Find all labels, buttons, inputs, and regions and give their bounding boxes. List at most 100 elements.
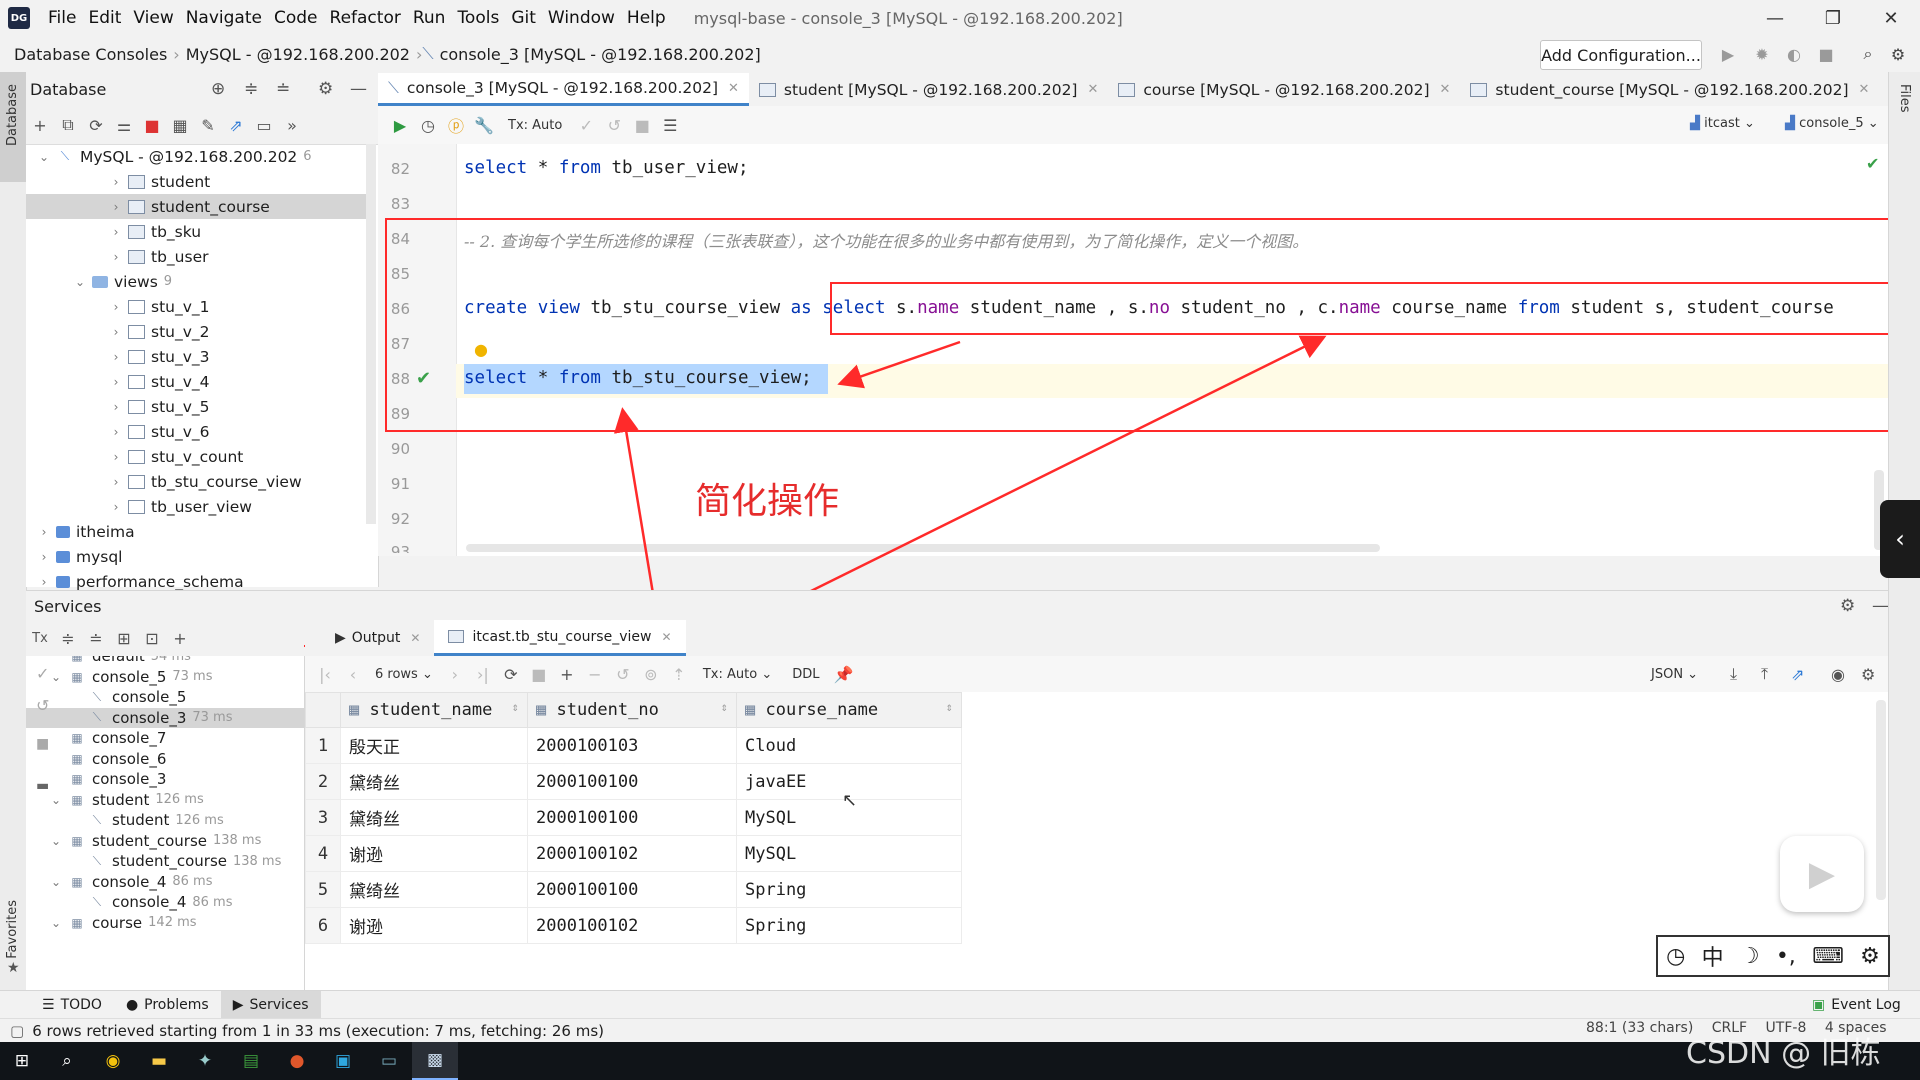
windows-start-icon[interactable]: ⊞ — [0, 1042, 44, 1080]
service-item[interactable]: ⟍ console_4 86 ms — [26, 892, 304, 912]
chevron-down-icon[interactable]: ⌄ — [48, 670, 64, 684]
table-cell[interactable]: Spring — [736, 907, 962, 944]
layout-icon[interactable]: ▬ — [36, 778, 49, 794]
service-item[interactable]: ⟍ console_5 — [26, 687, 304, 707]
service-item[interactable]: ▦ console_7 — [26, 728, 304, 748]
close-icon[interactable]: ✕ — [661, 630, 671, 644]
rows-count-select[interactable]: 6 rows ⌄ — [375, 667, 433, 682]
tab-services[interactable]: ▶ Services — [220, 991, 321, 1019]
table-cell[interactable]: 黛绮丝 — [340, 871, 528, 908]
column-header[interactable]: ▦ student_name ⇕ — [340, 692, 528, 728]
stop-icon[interactable]: ■ — [36, 736, 49, 752]
tab-result[interactable]: itcast.tb_stu_course_view ✕ — [434, 620, 686, 656]
tab-todo[interactable]: ☰ TODO — [30, 991, 114, 1019]
table-cell[interactable]: 谢逊 — [340, 907, 528, 944]
tab-output[interactable]: ▶ Output ✕ — [321, 620, 434, 656]
ime-language-toggle[interactable]: 中 — [1702, 940, 1724, 972]
ddl-button[interactable]: DDL — [792, 667, 819, 682]
download-icon[interactable]: ⤓ — [1730, 664, 1737, 684]
table-cell[interactable]: 2000100102 — [527, 907, 737, 944]
stop-icon[interactable]: ■ — [525, 660, 553, 688]
table-cell[interactable]: 2000100100 — [527, 871, 737, 908]
gear-icon[interactable]: ⚙ — [1861, 665, 1875, 684]
service-item[interactable]: ▦ console_6 — [26, 749, 304, 769]
commit-icon[interactable]: ✓ — [36, 664, 49, 683]
grid-vertical-scrollbar[interactable] — [1876, 700, 1886, 900]
notepad-icon[interactable]: ▤ — [228, 1042, 274, 1080]
table-row[interactable]: 3 黛绮丝 2000100100 MySQL — [305, 799, 962, 836]
expand-all-icon[interactable]: ≑ — [54, 624, 82, 652]
table-cell[interactable]: Spring — [736, 871, 962, 908]
powerpoint-icon[interactable]: ● — [274, 1042, 320, 1080]
ime-moon-icon[interactable]: ☽ — [1740, 944, 1760, 969]
caret-position[interactable]: 88:1 (33 chars) — [1586, 1020, 1693, 1036]
chevron-down-icon[interactable]: ⌄ — [48, 834, 64, 848]
service-item[interactable]: ⌄ ▦ console_5 73 ms — [26, 667, 304, 687]
group-icon[interactable]: ⊞ — [110, 624, 138, 652]
close-icon[interactable]: ✕ — [410, 631, 420, 645]
search-icon[interactable]: ⌕ — [44, 1042, 90, 1080]
upload-icon[interactable]: ⤒ — [1761, 664, 1768, 684]
add-row-icon[interactable]: + — [553, 660, 581, 688]
file-explorer-icon[interactable]: ▬ — [136, 1042, 182, 1080]
next-page-icon[interactable]: › — [441, 660, 469, 688]
chevron-left-icon[interactable]: ‹ — [1880, 500, 1920, 578]
table-cell[interactable]: 殷天正 — [340, 727, 528, 764]
preview-icon[interactable]: ⊚ — [637, 660, 665, 688]
service-item[interactable]: ⌄ ▦ student 126 ms — [26, 790, 304, 810]
format-select[interactable]: JSON ⌄ — [1651, 667, 1698, 682]
table-cell[interactable]: MySQL — [736, 835, 962, 872]
submit-icon[interactable]: ⇡ — [665, 660, 693, 688]
table-cell[interactable]: 谢逊 — [340, 835, 528, 872]
tab-problems[interactable]: ● Problems — [114, 991, 221, 1019]
refresh-icon[interactable]: ⟳ — [497, 660, 525, 688]
ime-logo-icon[interactable]: ◷ — [1666, 944, 1685, 969]
service-item[interactable]: ⟍ student_course 138 ms — [26, 851, 304, 871]
app-icon[interactable]: ▣ — [320, 1042, 366, 1080]
table-row[interactable]: 2 黛绮丝 2000100100 javaEE — [305, 763, 962, 800]
service-item[interactable]: ▦ default 54 ms — [26, 656, 304, 666]
tx-mode-select[interactable]: Tx: Auto ⌄ — [703, 667, 772, 682]
event-log-button[interactable]: ▣ Event Log — [1800, 991, 1913, 1019]
chrome-icon[interactable]: ◉ — [90, 1042, 136, 1080]
table-row[interactable]: 5 黛绮丝 2000100100 Spring — [305, 871, 962, 908]
table-cell[interactable]: 黛绮丝 — [340, 763, 528, 800]
sort-icon[interactable]: ⇕ — [721, 700, 728, 714]
hide-icon[interactable]: — — [1872, 596, 1889, 616]
chevron-down-icon[interactable]: ⌄ — [48, 793, 64, 807]
service-item[interactable]: ⌄ ▦ student_course 138 ms — [26, 831, 304, 851]
sort-icon[interactable]: ⇕ — [946, 700, 953, 714]
table-row[interactable]: 4 谢逊 2000100102 MySQL — [305, 835, 962, 872]
eye-icon[interactable]: ◉ — [1831, 665, 1845, 684]
table-cell[interactable]: 2000100100 — [527, 799, 737, 836]
revert-icon[interactable]: ↺ — [609, 660, 637, 688]
tx-icon[interactable]: Tx — [26, 624, 54, 652]
table-cell[interactable]: Cloud — [736, 727, 962, 764]
sort-icon[interactable]: ⇕ — [512, 700, 519, 714]
prev-page-icon[interactable]: ‹ — [339, 660, 367, 688]
column-header[interactable]: ▦ student_no ⇕ — [527, 692, 737, 728]
table-row[interactable]: 6 谢逊 2000100102 Spring — [305, 907, 962, 944]
gear-icon[interactable]: ⚙ — [1840, 596, 1855, 616]
first-page-icon[interactable]: |‹ — [311, 660, 339, 688]
add-icon[interactable]: + — [166, 624, 194, 652]
service-item[interactable]: ⟍ student 126 ms — [26, 810, 304, 830]
chevron-down-icon[interactable]: ⌄ — [48, 916, 64, 930]
table-cell[interactable]: 黛绮丝 — [340, 799, 528, 836]
delete-row-icon[interactable]: − — [581, 660, 609, 688]
column-header[interactable]: ▦ course_name ⇕ — [736, 692, 962, 728]
files-tool-label[interactable]: Files — [1897, 84, 1912, 113]
table-cell[interactable]: 2000100102 — [527, 835, 737, 872]
layout-toggle-icon[interactable]: ⇗ — [1791, 665, 1804, 684]
collapse-all-icon[interactable]: ≐ — [82, 624, 110, 652]
filter-icon[interactable]: ⊡ — [138, 624, 166, 652]
table-row[interactable]: 1 殷天正 2000100103 Cloud — [305, 727, 962, 764]
datagrip-icon[interactable]: ▩ — [412, 1042, 458, 1080]
remote-desktop-icon[interactable]: ▭ — [366, 1042, 412, 1080]
last-page-icon[interactable]: ›| — [469, 660, 497, 688]
pin-icon[interactable]: 📌 — [830, 660, 858, 688]
table-cell[interactable]: 2000100100 — [527, 763, 737, 800]
table-cell[interactable]: 2000100103 — [527, 727, 737, 764]
service-item[interactable]: ⟍ console_3 73 ms — [26, 707, 304, 728]
ime-keyboard-icon[interactable]: ⌨ — [1812, 944, 1844, 969]
